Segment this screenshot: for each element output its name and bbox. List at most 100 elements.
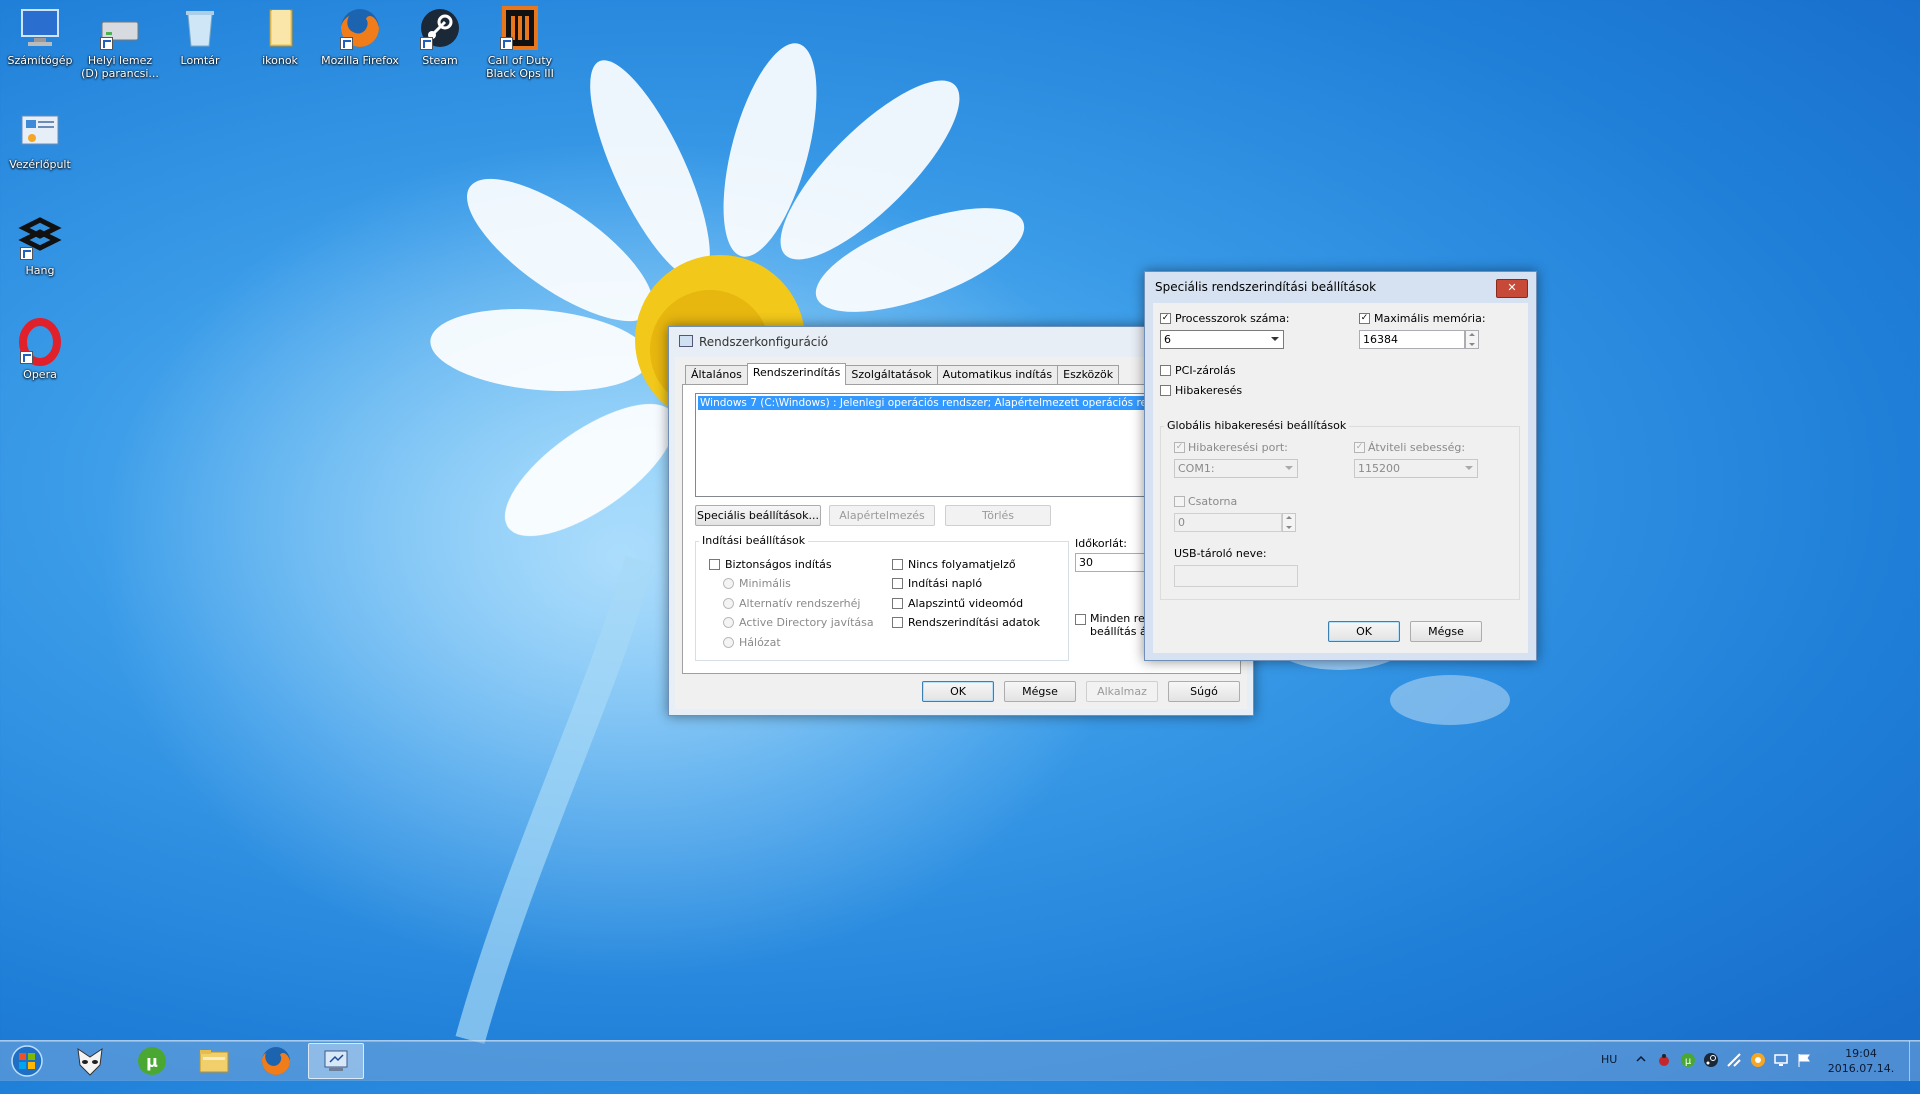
- radio-ad-repair[interactable]: [723, 617, 734, 628]
- os-boot-info-label: Rendszerindítási adatok: [908, 616, 1040, 629]
- shortcut-arrow-icon: [340, 37, 353, 50]
- tray-steam-icon[interactable]: [1703, 1052, 1719, 1092]
- tray-flag-icon[interactable]: [1796, 1052, 1812, 1092]
- usb-target-input[interactable]: [1174, 565, 1298, 587]
- no-gui-boot-checkbox[interactable]: [892, 559, 903, 570]
- debug-port-checkbox[interactable]: ✓: [1174, 442, 1185, 453]
- max-memory-checkbox[interactable]: ✓: [1359, 313, 1370, 324]
- advanced-cancel-button[interactable]: Mégse: [1410, 621, 1482, 642]
- radio-network[interactable]: [723, 637, 734, 648]
- baud-rate-value: 115200: [1358, 462, 1400, 475]
- channel-label: Csatorna: [1188, 495, 1238, 508]
- desktop-icon-folder[interactable]: ikonok: [240, 4, 320, 67]
- debug-port-select[interactable]: COM1:: [1174, 459, 1298, 478]
- close-icon[interactable]: ✕: [1496, 279, 1528, 298]
- alien-icon: [77, 1047, 103, 1076]
- pci-lock-label: PCI-zárolás: [1175, 364, 1236, 377]
- desktop-icon-sound-app[interactable]: Hang: [0, 214, 80, 277]
- chevron-down-icon: [1465, 466, 1473, 470]
- desktop-icon-firefox[interactable]: Mozilla Firefox: [320, 4, 400, 67]
- recycle-bin-icon: [176, 4, 224, 52]
- taskbar-utorrent[interactable]: µ: [124, 1043, 180, 1079]
- advanced-options-button[interactable]: Speciális beállítások...: [695, 505, 821, 526]
- desktop-icon-label: Hang: [25, 264, 55, 277]
- taskbar-firefox[interactable]: [248, 1043, 304, 1079]
- taskbar-file-explorer[interactable]: [186, 1043, 242, 1079]
- desktop-icon-recycle-bin[interactable]: Lomtár: [160, 4, 240, 67]
- max-memory-spinner[interactable]: [1465, 330, 1479, 349]
- desktop-icon-label: Számítógép: [7, 54, 73, 67]
- msconfig-help-button[interactable]: Súgó: [1168, 681, 1240, 702]
- tray-network-icon[interactable]: [1726, 1052, 1742, 1092]
- os-boot-info-checkbox[interactable]: [892, 617, 903, 628]
- tray-display-icon[interactable]: [1773, 1052, 1789, 1092]
- msconfig-ok-button[interactable]: OK: [922, 681, 994, 702]
- shortcut-arrow-icon: [100, 37, 113, 50]
- desktop-icon-label: Vezérlőpult: [9, 158, 71, 171]
- make-permanent-label-line1: Minden ren: [1090, 612, 1152, 625]
- advanced-client: ✓ Processzorok száma: 6 ✓ Maximális memó…: [1153, 303, 1528, 653]
- base-video-checkbox[interactable]: [892, 598, 903, 609]
- tab-startup[interactable]: Automatikus indítás: [936, 365, 1059, 384]
- num-processors-value: 6: [1164, 333, 1171, 346]
- advanced-ok-button[interactable]: OK: [1328, 621, 1400, 642]
- desktop-icon-label: ikonok: [262, 54, 298, 67]
- advanced-titlebar[interactable]: Speciális rendszerindítási beállítások: [1145, 272, 1536, 302]
- clock[interactable]: 19:04 2016.07.14.: [1820, 1046, 1902, 1086]
- folder-icon: [199, 1050, 229, 1073]
- taskbar: µ HU µ 19:04 2016.07.14.: [0, 1040, 1920, 1081]
- make-permanent-label-line2: beállítás ál: [1090, 625, 1150, 638]
- tray-utorrent-icon[interactable]: µ: [1680, 1052, 1696, 1092]
- language-indicator[interactable]: HU: [1601, 1051, 1617, 1091]
- show-hidden-icons-button[interactable]: [1636, 1054, 1646, 1094]
- tray-bug-icon[interactable]: [1656, 1052, 1672, 1092]
- debug-port-value: COM1:: [1178, 462, 1215, 475]
- svg-text:µ: µ: [1685, 1056, 1692, 1067]
- pci-lock-checkbox[interactable]: [1160, 365, 1171, 376]
- tab-boot[interactable]: Rendszerindítás: [746, 363, 847, 385]
- msconfig-app-icon: [679, 335, 693, 347]
- num-processors-label: Processzorok száma:: [1175, 312, 1290, 325]
- safe-boot-checkbox[interactable]: [709, 559, 720, 570]
- msconfig-title: Rendszerkonfiguráció: [699, 335, 829, 349]
- radio-alternate-shell[interactable]: [723, 598, 734, 609]
- start-button[interactable]: [0, 1043, 56, 1079]
- taskbar-msconfig[interactable]: [308, 1043, 364, 1079]
- svg-text:µ: µ: [146, 1052, 158, 1071]
- usb-target-label: USB-tároló neve:: [1174, 547, 1267, 560]
- channel-spinner[interactable]: [1282, 513, 1296, 532]
- set-default-button[interactable]: Alapértelmezés: [829, 505, 935, 526]
- show-desktop-button[interactable]: [1909, 1041, 1920, 1081]
- radio-minimal[interactable]: [723, 578, 734, 589]
- tab-tools[interactable]: Eszközök: [1057, 365, 1120, 384]
- num-processors-select[interactable]: 6: [1160, 330, 1284, 349]
- desktop-icon-label: Lomtár: [180, 54, 220, 67]
- num-processors-checkbox[interactable]: ✓: [1160, 313, 1171, 324]
- make-permanent-checkbox[interactable]: [1075, 614, 1086, 625]
- tray-orange-app-icon[interactable]: [1750, 1052, 1766, 1092]
- desktop-icon-opera[interactable]: Opera: [0, 318, 80, 381]
- desktop-icon-steam[interactable]: Steam: [400, 4, 480, 67]
- boot-log-checkbox[interactable]: [892, 578, 903, 589]
- desktop-icon-control-panel[interactable]: Vezérlőpult: [0, 108, 80, 171]
- global-debug-label: Globális hibakeresési beállítások: [1164, 419, 1350, 432]
- taskbar-alien-app[interactable]: [62, 1043, 118, 1079]
- max-memory-input[interactable]: 16384: [1359, 330, 1465, 349]
- channel-input[interactable]: 0: [1174, 513, 1282, 532]
- msconfig-apply-button[interactable]: Alkalmaz: [1086, 681, 1158, 702]
- timeout-label: Időkorlát:: [1075, 537, 1128, 550]
- desktop-icon-drive[interactable]: Helyi lemez (D) parancsi...: [80, 4, 160, 80]
- desktop-icon-cod[interactable]: Call of Duty Black Ops III: [480, 4, 560, 80]
- debug-checkbox[interactable]: [1160, 385, 1171, 396]
- tab-general[interactable]: Általános: [685, 365, 748, 384]
- msconfig-cancel-button[interactable]: Mégse: [1004, 681, 1076, 702]
- delete-button[interactable]: Törlés: [945, 505, 1051, 526]
- baud-rate-select[interactable]: 115200: [1354, 459, 1478, 478]
- tab-services[interactable]: Szolgáltatások: [845, 365, 938, 384]
- computer-icon: [16, 4, 64, 52]
- channel-checkbox[interactable]: [1174, 496, 1185, 507]
- desktop-icon-computer[interactable]: Számítógép: [0, 4, 80, 67]
- baud-rate-checkbox[interactable]: ✓: [1354, 442, 1365, 453]
- desktop-icon-label: Opera: [23, 368, 57, 381]
- baud-rate-label: Átviteli sebesség:: [1368, 441, 1466, 454]
